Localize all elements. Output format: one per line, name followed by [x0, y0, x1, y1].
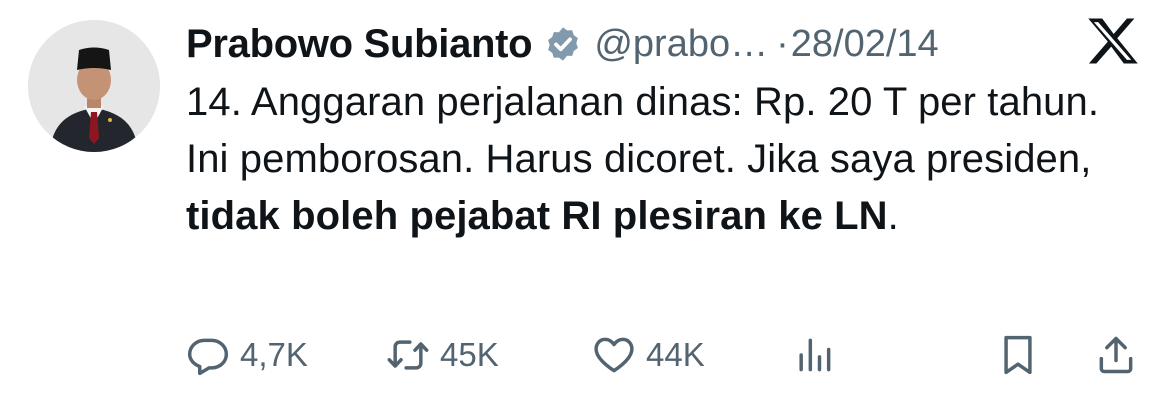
- share-button[interactable]: [1094, 328, 1138, 382]
- tweet-text-bold: tidak boleh pejabat RI plesiran ke LN: [186, 194, 888, 238]
- author-handle[interactable]: @prabo…: [594, 23, 768, 66]
- tweet-text: 14. Anggaran perjalanan dinas: Rp. 20 T …: [186, 74, 1146, 245]
- avatar-image: [28, 20, 160, 152]
- like-count: 44K: [646, 336, 705, 373]
- tweet-card[interactable]: Prabowo Subianto @prabo… · 28/02/14 14. …: [0, 0, 1170, 413]
- tweet-text-end: .: [887, 194, 899, 238]
- reply-button[interactable]: 4,7K: [186, 328, 308, 382]
- repost-icon: [387, 340, 429, 370]
- x-logo-icon: [1086, 16, 1140, 66]
- tweet-header: Prabowo Subianto @prabo… · 28/02/14: [186, 18, 939, 70]
- avatar[interactable]: [28, 20, 160, 152]
- reply-icon: [187, 338, 229, 376]
- views-button[interactable]: [792, 328, 836, 382]
- tweet-actions: 4,7K 45K 44K: [186, 328, 1146, 382]
- separator-dot: ·: [776, 22, 789, 65]
- tweet-date[interactable]: 28/02/14: [791, 23, 939, 66]
- repost-count: 45K: [440, 336, 499, 373]
- bookmark-icon: [1004, 335, 1032, 375]
- verified-badge-icon: [544, 25, 582, 63]
- repost-button[interactable]: 45K: [386, 328, 499, 382]
- reply-count: 4,7K: [240, 336, 308, 373]
- heart-icon: [594, 337, 634, 373]
- bookmark-button[interactable]: [996, 328, 1040, 382]
- share-icon: [1099, 336, 1133, 374]
- like-button[interactable]: 44K: [592, 328, 705, 382]
- tweet-text-plain: 14. Anggaran perjalanan dinas: Rp. 20 T …: [186, 80, 1100, 181]
- author-name[interactable]: Prabowo Subianto: [186, 22, 533, 67]
- analytics-icon: [799, 338, 831, 372]
